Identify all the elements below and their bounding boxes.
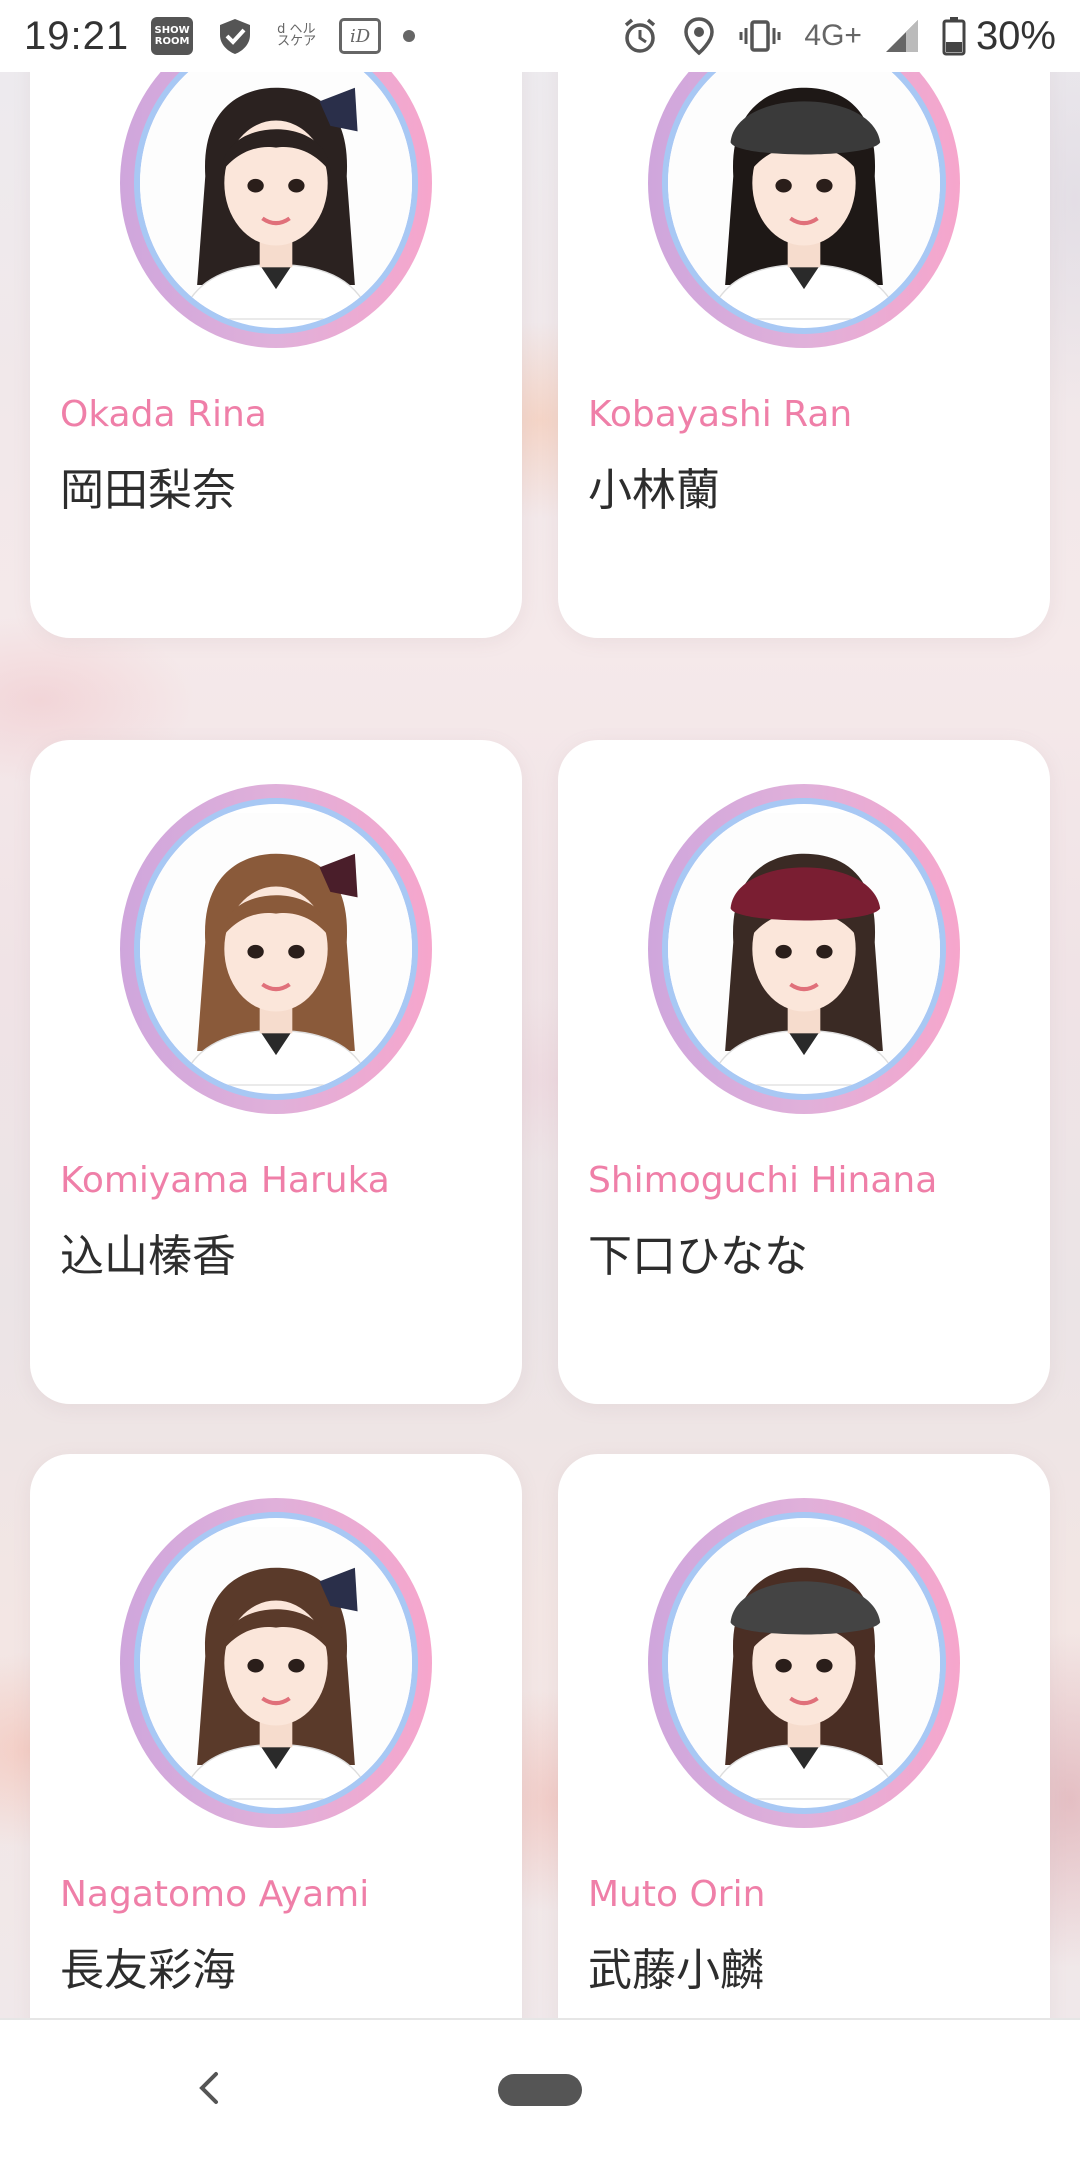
member-card[interactable]: Okada Rina 岡田梨奈 <box>30 0 522 638</box>
battery-percent: 30% <box>975 13 1056 58</box>
member-name-jp: 岡田梨奈 <box>60 465 236 516</box>
home-button[interactable] <box>498 2074 582 2106</box>
signal-icon <box>884 18 920 54</box>
member-name-jp: 込山榛香 <box>60 1231 236 1282</box>
status-time: 19:21 <box>24 13 130 58</box>
network-type: 4G+ <box>804 19 862 52</box>
member-card[interactable]: Nagatomo Ayami 長友彩海 <box>30 1454 522 2020</box>
avatar-ring <box>648 784 960 1114</box>
member-name-en: Shimoguchi Hinana <box>588 1160 938 1201</box>
member-name-jp: 小林蘭 <box>588 465 720 516</box>
dot-icon <box>403 30 416 42</box>
member-name-jp: 長友彩海 <box>60 1945 236 1996</box>
member-photo <box>668 1518 940 1808</box>
id-icon: iD <box>339 18 382 54</box>
member-photo <box>668 38 940 328</box>
shield-check-icon <box>215 16 255 56</box>
back-chevron-icon <box>199 2072 218 2104</box>
member-name-en: Muto Orin <box>588 1874 766 1915</box>
member-name-jp: 下口ひなな <box>588 1231 808 1282</box>
d-health-care-icon: d ヘルスケア <box>277 22 317 49</box>
member-card[interactable]: Shimoguchi Hinana 下口ひなな <box>558 740 1050 1404</box>
member-name-en: Kobayashi Ran <box>588 394 853 435</box>
battery-icon <box>942 16 966 56</box>
member-card[interactable]: Komiyama Haruka 込山榛香 <box>30 740 522 1404</box>
member-card[interactable]: Muto Orin 武藤小麟 <box>558 1454 1050 2020</box>
member-card[interactable]: Kobayashi Ran 小林蘭 <box>558 0 1050 638</box>
alarm-icon <box>620 16 660 56</box>
navigation-bar <box>0 2018 1080 2160</box>
member-name-jp: 武藤小麟 <box>588 1945 764 1996</box>
member-grid: Okada Rina 岡田梨奈 Kobayashi Ran 小林蘭 Komiya… <box>0 0 1080 2020</box>
back-button[interactable] <box>180 2058 240 2118</box>
vibrate-icon <box>738 16 782 56</box>
avatar-ring <box>120 784 432 1114</box>
avatar-ring <box>648 1498 960 1828</box>
member-photo <box>140 804 412 1094</box>
member-photo <box>140 1518 412 1808</box>
member-name-en: Komiyama Haruka <box>60 1160 390 1201</box>
member-photo <box>668 804 940 1094</box>
member-name-en: Okada Rina <box>60 394 267 435</box>
member-name-en: Nagatomo Ayami <box>60 1874 370 1915</box>
status-bar: 19:21 SHOW ROOM d ヘルスケア iD 4G+ 30% <box>0 0 1080 72</box>
avatar-ring <box>120 1498 432 1828</box>
member-photo <box>140 38 412 328</box>
showroom-icon: SHOW ROOM <box>151 17 194 55</box>
location-icon <box>682 16 716 56</box>
